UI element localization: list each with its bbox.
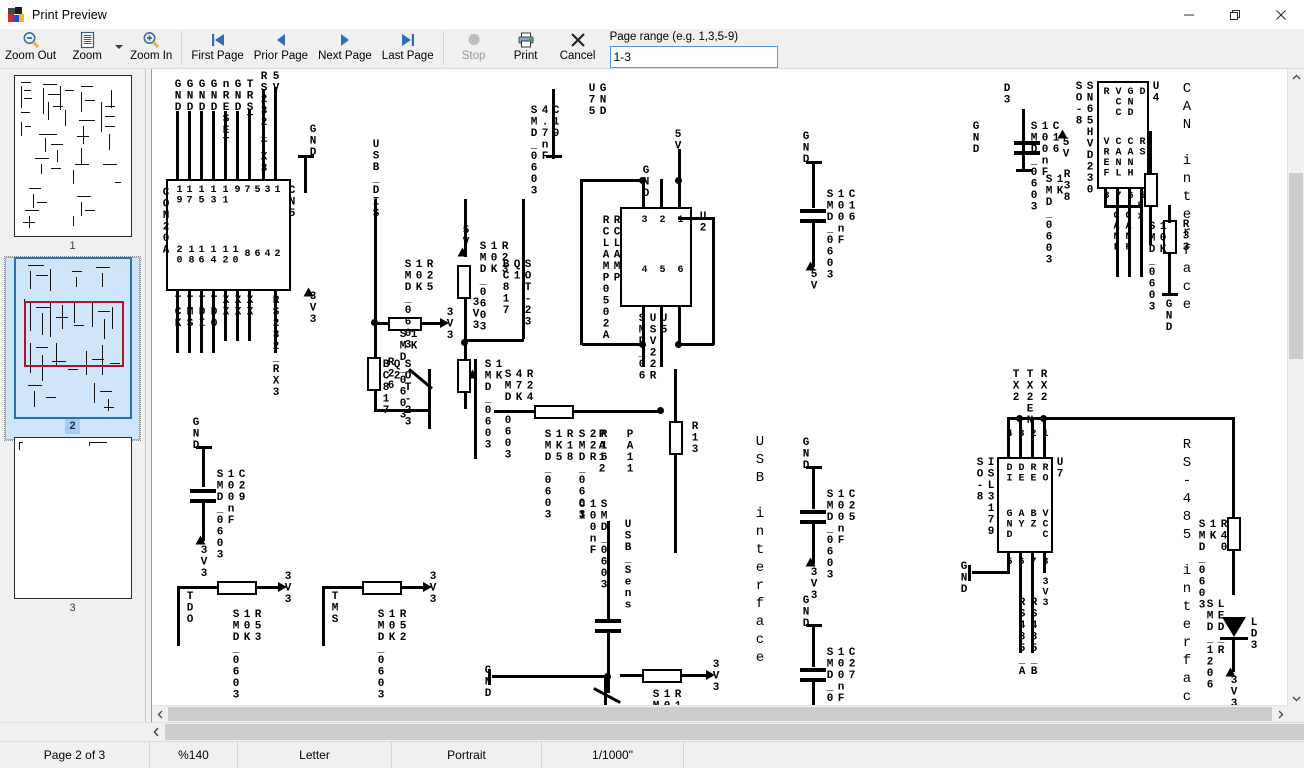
action-group: Stop Print [448,29,604,68]
window-controls [1166,0,1304,29]
thumbnail-page-2[interactable]: 2 [0,257,145,434]
thumbnail-ink [15,76,131,236]
thumbnail-page-3[interactable]: 3 [0,437,145,616]
minimize-button[interactable] [1166,0,1212,29]
page-canvas: CON20A CN5 1 3 5 7 9 11 13 15 17 19 2 4 … [152,69,1288,706]
status-paper-size: Letter [238,742,392,768]
page-range-label: Page range (e.g. 1,3,5-9) [610,31,790,44]
zoom-dropdown-button[interactable] [113,29,125,49]
stop-button: Stop [448,29,500,67]
main-body: 1 [0,69,1304,722]
window-title: Print Preview [32,8,107,22]
section-title-usb: USB interface [752,434,768,668]
cancel-x-icon [568,30,588,50]
minimize-icon [1183,9,1195,21]
thumbnail-caption: 3 [69,599,75,616]
scroll-thumb-vertical[interactable] [1289,173,1303,359]
thumbnail-page-1[interactable]: 1 [0,75,145,254]
first-page-button[interactable]: First Page [186,29,248,67]
chevron-down-icon [115,45,123,49]
thumbnail-caption: 1 [69,237,75,254]
status-page-indicator: Page 2 of 3 [0,742,150,768]
zoom-label: Zoom [72,50,101,63]
outer-horizontal-scrollbar[interactable] [0,722,1304,741]
status-bar: Page 2 of 3 %140 Letter Portrait 1/1000" [0,741,1304,768]
outer-scroll-left-button[interactable] [147,723,165,740]
toolbar-separator-2 [443,31,444,65]
toolbar: Zoom Out Zoom [0,29,1304,69]
status-orientation: Portrait [392,742,542,768]
restore-icon [1229,9,1241,21]
section-title-can: CAN interface [1179,81,1195,315]
preview-vertical-scrollbar[interactable] [1287,69,1304,706]
preview-horizontal-scrollbar[interactable] [152,705,1288,722]
cancel-label: Cancel [560,50,596,63]
first-page-label: First Page [191,50,243,63]
close-button[interactable] [1258,0,1304,29]
zoom-in-label: Zoom In [130,50,172,63]
title-bar: Print Preview [0,0,1304,29]
thumbnail-sheet [14,437,132,599]
thumbnail-ink [15,438,131,598]
scroll-left-button[interactable] [152,706,168,722]
page-icon [77,30,97,50]
cancel-button[interactable]: Cancel [552,29,604,67]
print-label: Print [514,50,538,63]
zoom-in-button[interactable]: Zoom In [125,29,177,67]
stop-label: Stop [462,50,486,63]
printer-icon [516,30,536,50]
status-units: 1/1000" [542,742,684,768]
scroll-right-button[interactable] [1272,706,1288,722]
thumbnail-sheet [14,75,132,237]
next-page-icon [335,30,355,50]
prior-page-button[interactable]: Prior Page [249,29,313,67]
thumbnail-list: 1 [0,69,145,616]
zoom-out-label: Zoom Out [5,50,56,63]
close-icon [1275,9,1287,21]
next-page-button[interactable]: Next Page [313,29,377,67]
page-range-group: Page range (e.g. 1,3,5-9) [610,29,790,68]
thumbnail-caption: 2 [65,419,79,434]
viewport-indicator[interactable] [24,301,124,367]
outer-scroll-thumb[interactable] [165,724,1304,740]
print-preview-window: Print Preview [0,0,1304,768]
status-zoom-level: %140 [150,742,238,768]
last-page-button[interactable]: Last Page [377,29,439,67]
thumbnail-pane[interactable]: 1 [0,69,146,722]
prior-page-icon [271,30,291,50]
section-title-rs485: RS-485 interface [1179,437,1195,706]
scrollbar-corner [1288,706,1304,722]
prior-page-label: Prior Page [254,50,308,63]
stop-icon [464,30,484,50]
thumbnail-sheet [14,257,132,419]
maximize-button[interactable] [1212,0,1258,29]
print-button[interactable]: Print [500,29,552,67]
next-page-label: Next Page [318,50,372,63]
toolbar-separator-1 [181,31,182,65]
schematic-drawing: CON20A CN5 1 3 5 7 9 11 13 15 17 19 2 4 … [152,69,1288,706]
zoom-group: Zoom Out Zoom [0,29,177,68]
app-icon [8,7,24,23]
scroll-thumb-horizontal[interactable] [168,707,1272,721]
zoom-out-button[interactable]: Zoom Out [0,29,61,67]
preview-pane[interactable]: CON20A CN5 1 3 5 7 9 11 13 15 17 19 2 4 … [151,69,1304,722]
zoom-out-icon [21,30,41,50]
scroll-up-button[interactable] [1288,69,1304,85]
last-page-icon [398,30,418,50]
last-page-label: Last Page [382,50,434,63]
navigation-group: First Page Prior Page Next Page [186,29,438,68]
zoom-button[interactable]: Zoom [61,29,113,67]
page-range-input[interactable] [610,46,778,68]
first-page-icon [208,30,228,50]
scroll-down-button[interactable] [1288,690,1304,706]
zoom-in-icon [141,30,161,50]
status-filler [684,742,1304,768]
